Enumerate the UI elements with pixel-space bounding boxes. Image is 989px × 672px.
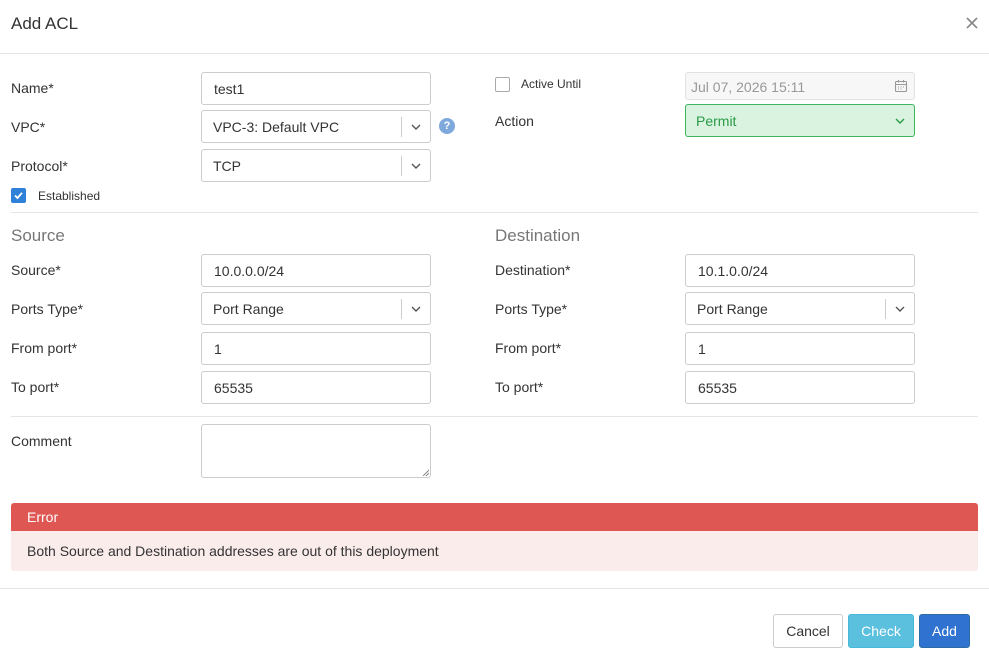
source-address-input[interactable]: [201, 254, 431, 287]
vpc-label: VPC*: [11, 119, 46, 135]
destination-from-port-label: From port*: [495, 340, 562, 356]
source-to-port-label: To port*: [11, 379, 60, 395]
error-alert-message: Both Source and Destination addresses ar…: [27, 543, 439, 559]
source-ports-type-label: Ports Type*: [11, 301, 84, 317]
action-select[interactable]: Permit: [685, 104, 915, 137]
source-from-port-label: From port*: [11, 340, 78, 356]
dialog-title: Add ACL: [11, 14, 79, 33]
source-to-port-input[interactable]: [201, 371, 431, 404]
dialog-header: Add ACL: [0, 0, 989, 54]
chevron-down-icon: [895, 118, 905, 124]
destination-address-label: Destination*: [495, 262, 571, 278]
calendar-icon: [894, 80, 908, 93]
active-until-label: Active Until: [521, 77, 582, 91]
action-select-value: Permit: [696, 113, 737, 129]
error-alert-header: Error: [11, 503, 978, 531]
comment-label: Comment: [11, 433, 72, 449]
source-heading: Source: [11, 226, 65, 245]
close-icon[interactable]: [963, 14, 981, 32]
protocol-label: Protocol*: [11, 158, 68, 174]
established-checkbox[interactable]: [11, 188, 26, 203]
error-alert-body: Both Source and Destination addresses ar…: [11, 531, 978, 571]
destination-ports-type-label: Ports Type*: [495, 301, 568, 317]
destination-to-port-input[interactable]: [685, 371, 915, 404]
resize-grip-icon[interactable]: [422, 469, 429, 476]
vpc-select-value: VPC-3: Default VPC: [213, 119, 340, 135]
vpc-select[interactable]: VPC-3: Default VPC: [201, 110, 431, 143]
help-icon[interactable]: ?: [439, 118, 455, 134]
source-from-port-input[interactable]: [201, 332, 431, 365]
cancel-button[interactable]: Cancel: [773, 614, 843, 648]
source-ports-type-select[interactable]: Port Range: [201, 292, 431, 325]
comment-textarea[interactable]: [201, 424, 431, 478]
protocol-select[interactable]: TCP: [201, 149, 431, 182]
destination-address-input[interactable]: [685, 254, 915, 287]
name-label: Name*: [11, 80, 54, 96]
name-input[interactable]: [201, 72, 431, 105]
destination-heading: Destination: [495, 226, 581, 245]
chevron-down-icon: [411, 306, 421, 312]
action-label: Action: [495, 113, 534, 129]
source-address-label: Source*: [11, 262, 61, 278]
source-ports-type-value: Port Range: [213, 301, 284, 317]
checkmark-icon: [14, 192, 23, 200]
active-until-checkbox[interactable]: [495, 77, 510, 92]
check-button[interactable]: Check: [848, 614, 914, 648]
active-until-value: Jul 07, 2026 15:11: [691, 79, 806, 95]
destination-ports-type-value: Port Range: [697, 301, 768, 317]
chevron-down-icon: [411, 124, 421, 130]
divider: [11, 416, 978, 417]
add-button[interactable]: Add: [919, 614, 970, 648]
established-label: Established: [38, 189, 101, 203]
divider: [11, 212, 978, 213]
chevron-down-icon: [411, 163, 421, 169]
error-alert-title: Error: [27, 509, 59, 525]
active-until-input[interactable]: Jul 07, 2026 15:11: [685, 72, 915, 100]
protocol-select-value: TCP: [213, 158, 241, 174]
chevron-down-icon: [895, 306, 905, 312]
comment-wrapper: [201, 424, 431, 478]
destination-from-port-input[interactable]: [685, 332, 915, 365]
destination-ports-type-select[interactable]: Port Range: [685, 292, 915, 325]
footer-divider: [0, 588, 989, 589]
destination-to-port-label: To port*: [495, 379, 544, 395]
